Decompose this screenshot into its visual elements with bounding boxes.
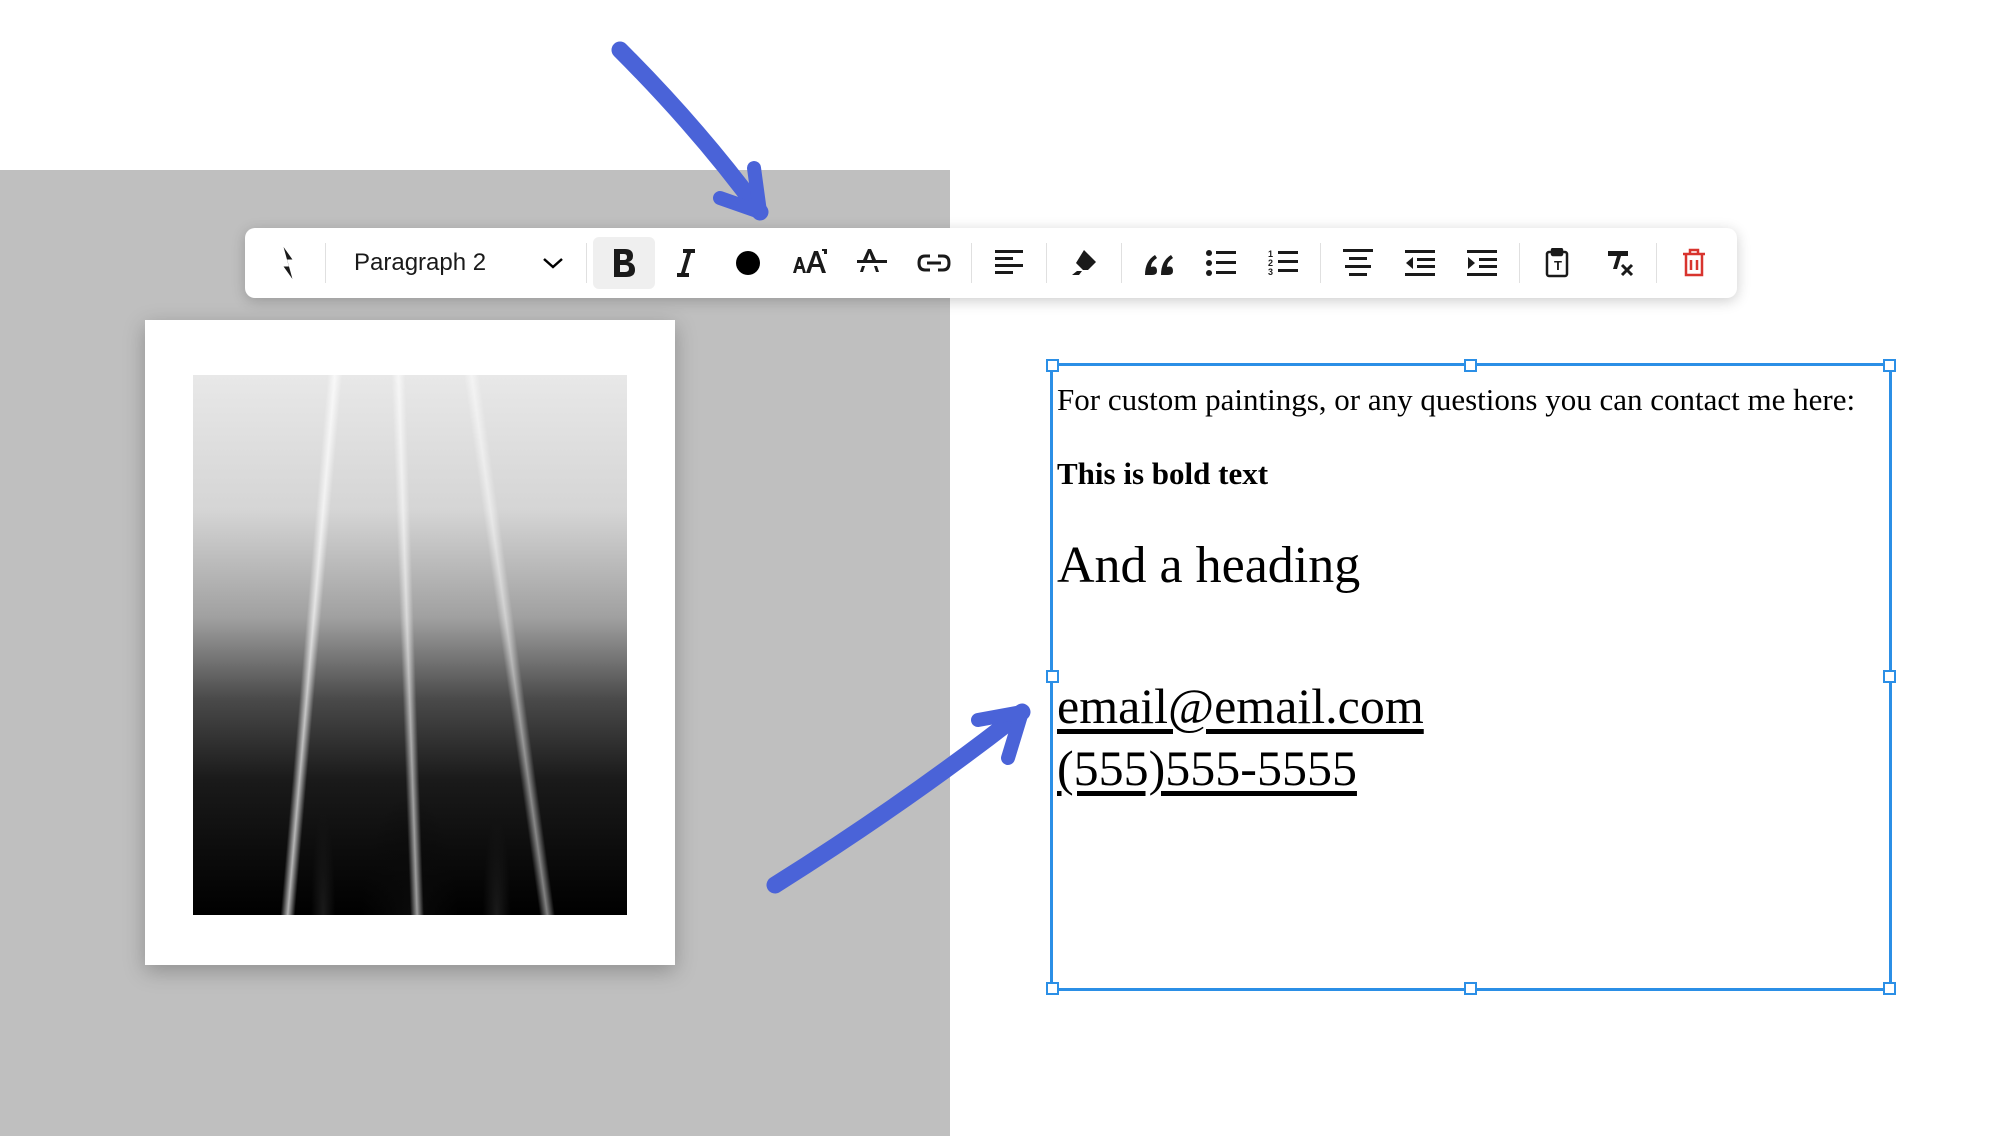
resize-handle-br[interactable] [1883,982,1896,995]
highlight-button[interactable] [1053,237,1115,289]
toolbar-divider [1656,243,1657,283]
toolbar-divider [1320,243,1321,283]
toolbar-divider [1519,243,1520,283]
clear-format-button[interactable] [1588,237,1650,289]
resize-handle-tl[interactable] [1046,359,1059,372]
paste-button[interactable]: T [1526,237,1588,289]
svg-text:3: 3 [1268,267,1273,277]
toolbar-divider [1121,243,1122,283]
chevron-down-icon [542,256,564,270]
toolbar-divider [1046,243,1047,283]
numbered-list-button[interactable]: 123 [1252,237,1314,289]
outdent-button[interactable] [1389,237,1451,289]
quote-button[interactable] [1128,237,1190,289]
resize-handle-mr[interactable] [1883,670,1896,683]
resize-handle-bc[interactable] [1464,982,1477,995]
text-style-label: Paragraph 2 [354,249,486,277]
artwork-image [193,375,627,915]
text-format-toolbar: Paragraph 2 123 [245,228,1737,298]
toolbar-divider [325,243,326,283]
phone-link[interactable]: (555)555-5555 [1057,737,1885,800]
resize-handle-tr[interactable] [1883,359,1896,372]
insert-shortcut-button[interactable] [257,237,319,289]
bold-button[interactable] [593,237,655,289]
resize-handle-tc[interactable] [1464,359,1477,372]
text-color-button[interactable] [717,237,779,289]
link-button[interactable] [903,237,965,289]
heading-sample-text[interactable]: And a heading [1057,536,1885,595]
vertical-align-button[interactable] [1327,237,1389,289]
bold-sample-text[interactable]: This is bold text [1057,456,1885,492]
delete-button[interactable] [1663,237,1725,289]
annotation-arrow-top [610,40,810,240]
resize-handle-bl[interactable] [1046,982,1059,995]
font-size-button[interactable] [779,237,841,289]
email-link[interactable]: email@email.com [1057,675,1885,738]
selected-text-block[interactable]: For custom paintings, or any questions y… [1050,363,1892,991]
bullet-list-button[interactable] [1190,237,1252,289]
toolbar-divider [971,243,972,283]
artwork-frame [145,320,675,965]
strikethrough-button[interactable] [841,237,903,289]
text-editor-content[interactable]: For custom paintings, or any questions y… [1053,366,1889,806]
annotation-arrow-bottom [760,680,1060,900]
toolbar-divider [586,243,587,283]
text-style-dropdown[interactable]: Paragraph 2 [338,237,574,289]
align-button[interactable] [978,237,1040,289]
svg-text:T: T [1554,258,1562,273]
intro-paragraph[interactable]: For custom paintings, or any questions y… [1057,372,1885,428]
indent-button[interactable] [1451,237,1513,289]
italic-button[interactable] [655,237,717,289]
